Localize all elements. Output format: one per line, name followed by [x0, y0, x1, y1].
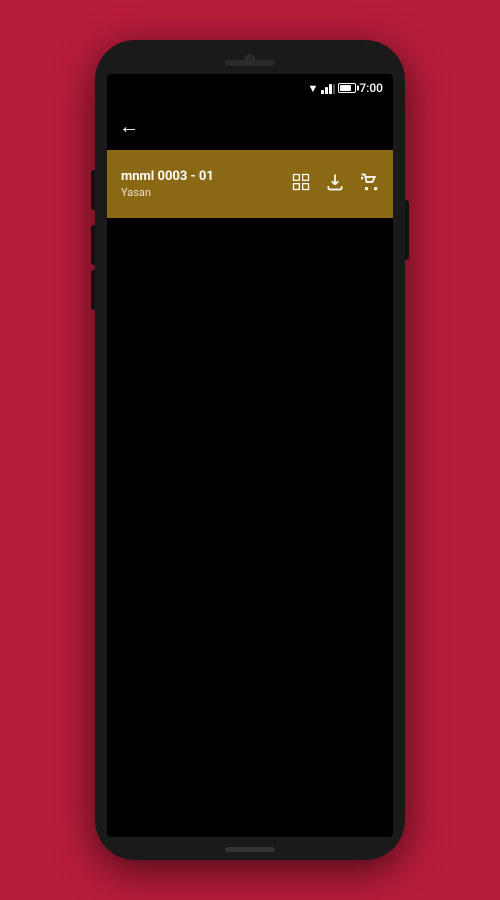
battery-fill: [340, 85, 351, 91]
wallpaper-info: mnml 0003 - 01 Yasan: [121, 169, 214, 199]
status-icons: ▼ 7:00: [307, 81, 383, 95]
status-bar: ▼ 7:00: [107, 74, 393, 102]
bottom-bar: mnml 0003 - 01 Yasan: [107, 150, 393, 218]
apply-button[interactable]: [359, 172, 379, 196]
wallpaper-author: Yasan: [121, 186, 214, 199]
battery-icon: [338, 83, 356, 93]
home-indicator: [225, 847, 275, 852]
wifi-icon: ▼: [307, 82, 318, 95]
status-time: 7:00: [359, 81, 383, 95]
front-camera: [245, 54, 255, 64]
download-button[interactable]: [325, 172, 345, 196]
back-button[interactable]: ←: [119, 114, 139, 139]
bottom-actions: [291, 172, 379, 196]
phone-top: [95, 40, 405, 74]
grid-button[interactable]: [291, 172, 311, 196]
signal-icon: [321, 82, 335, 94]
phone-frame: ▼ 7:00 ←: [95, 40, 405, 860]
phone-screen: ▼ 7:00 ←: [107, 74, 393, 837]
wallpaper-title: mnml 0003 - 01: [121, 169, 214, 184]
top-bar: ←: [107, 102, 393, 150]
